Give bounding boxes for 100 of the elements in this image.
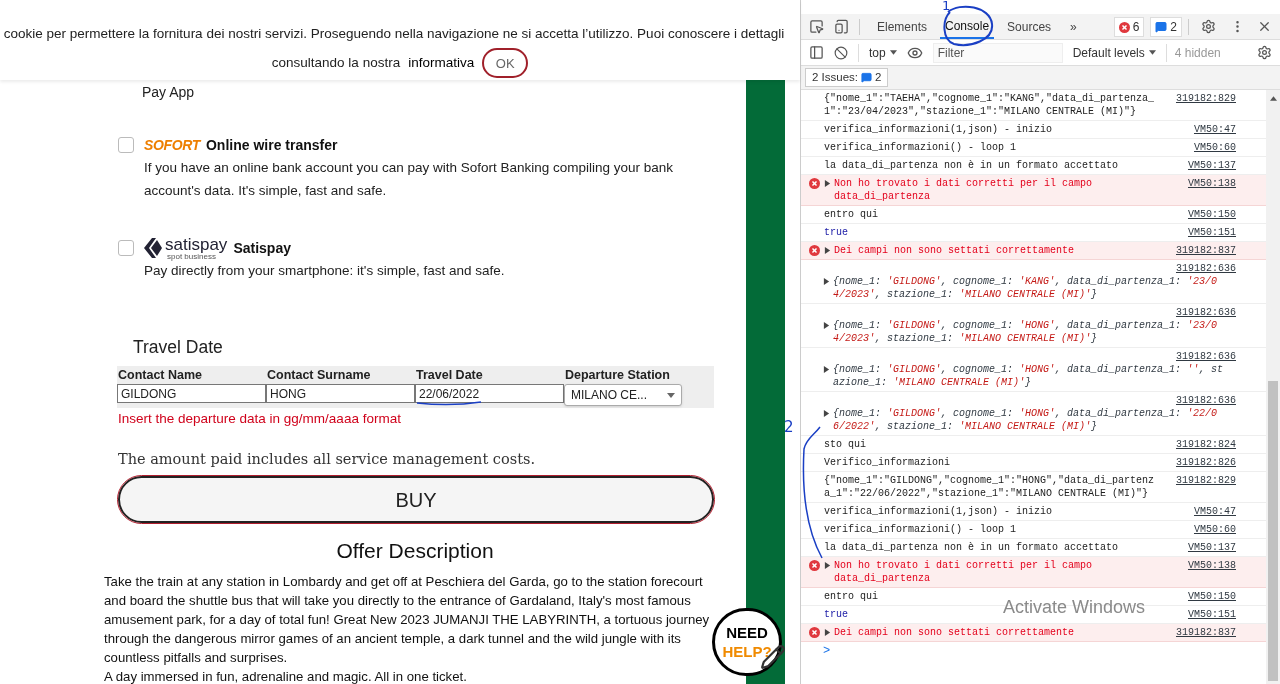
checkbox[interactable]	[118, 240, 134, 256]
caret-icon	[1148, 50, 1156, 55]
error-message: Non ho trovato i dati corretti per il campo data_di_partenza	[834, 559, 1094, 585]
source-link[interactable]: VM50:137	[1188, 159, 1236, 172]
error-text: Insert the departure data in gg/mm/aaaa format	[118, 410, 402, 429]
devtools-tab[interactable]: Sources	[1002, 14, 1057, 39]
source-link[interactable]: VM50:151	[1188, 226, 1236, 239]
message-count-badge[interactable]: 2	[1150, 16, 1182, 37]
expand-triangle-icon[interactable]	[823, 410, 830, 417]
expand-triangle-icon[interactable]	[824, 562, 831, 569]
devtools-tab[interactable]: Elements	[872, 14, 933, 39]
console-message: {"nome_1":"GILDONG","cognome_1":"HONG","data_di_partenza_1":"22/06/2022","stazione_1":"MILANO CENTRALE (MI)"}	[824, 474, 1156, 500]
error-icon	[809, 627, 820, 638]
annotation-number: 2	[784, 417, 794, 438]
source-link[interactable]: 319182:636	[1176, 306, 1236, 319]
hidden-count: 4 hidden	[1165, 43, 1221, 62]
expand-triangle-icon[interactable]	[824, 629, 831, 636]
console-message: verifica_informazioni(1,json) - inizio	[824, 505, 1053, 518]
sidebar-icon[interactable]	[809, 45, 824, 60]
expand-triangle-icon[interactable]	[824, 247, 831, 254]
close-icon[interactable]	[1257, 19, 1272, 34]
console-message: true	[824, 226, 848, 239]
settings-icon[interactable]	[1201, 19, 1216, 34]
source-link[interactable]: VM50:138	[1188, 559, 1236, 572]
ok-button[interactable]: OK	[482, 48, 529, 79]
error-icon	[809, 560, 820, 571]
text-field[interactable]: GILDONG	[117, 384, 266, 404]
levels-dropdown[interactable]: Default levels	[1072, 43, 1156, 62]
console-message: entro qui	[824, 208, 878, 221]
field-label: Contact Name	[117, 367, 204, 385]
console-message: verifica_informazioni() - loop 1	[824, 523, 1017, 536]
source-link[interactable]: VM50:60	[1194, 141, 1236, 154]
satispay-logo-icon	[144, 238, 162, 258]
error-icon	[809, 178, 820, 189]
annotation-number: 1	[942, 0, 951, 15]
expand-triangle-icon[interactable]	[823, 278, 830, 285]
scrollbar[interactable]	[1266, 90, 1280, 684]
device-icon[interactable]	[834, 19, 849, 34]
clear-icon[interactable]	[834, 45, 848, 60]
source-link[interactable]: VM50:150	[1188, 208, 1236, 221]
offer-description: Take the train at any station in Lombardy and get off at Peschiera del Garda, go to the station forecourt and board the shuttle bus that will take you directly to the entrance of Gardaland, Italy's most famous amusement park, for a day of total fun! Great New 2023 JUMANJI THE LABYRINTH, a tortuous journey through the dangerous mirror games of an ancient temple, a dark tunnel and the wild jungle with its countless pitfalls and surprises.	[104, 572, 711, 667]
source-link[interactable]: 319182:636	[1176, 262, 1236, 275]
sofort-logo: SOFORT	[144, 135, 200, 155]
field-label: Contact Surname	[266, 367, 372, 385]
source-link[interactable]: VM50:138	[1188, 177, 1236, 190]
payment-text: Pay App	[142, 83, 196, 102]
inspect-icon[interactable]	[809, 19, 824, 34]
message-icon	[861, 72, 873, 83]
privacy-link[interactable]: informativa	[408, 53, 475, 74]
source-link[interactable]: 319182:829	[1176, 92, 1236, 105]
source-link[interactable]: VM50:150	[1188, 590, 1236, 603]
text-field[interactable]: HONG	[266, 384, 415, 404]
option-title: Online wire transfer	[206, 135, 338, 155]
station-select[interactable]: MILANO CE...	[564, 384, 682, 407]
filter-field[interactable]: Filter	[932, 42, 1063, 63]
source-link[interactable]: 319182:824	[1176, 438, 1236, 451]
cookie-notice: consultando la nostra	[271, 54, 401, 73]
source-link[interactable]: VM50:47	[1194, 505, 1236, 518]
console-object[interactable]: {nome_1: 'GILDONG', cognome_1: 'KANG', data_di_partenza_1: '23/04/2023', stazione_1: 'MILANO CENTRALE (MI)'}	[833, 275, 1225, 301]
console-message: la data_di_partenza non è in un formato accettato	[824, 541, 1119, 554]
option-description: Pay directly from your smartphone: it's simple, fast and safe.	[144, 262, 506, 280]
expand-triangle-icon[interactable]	[823, 366, 830, 373]
settings-icon[interactable]	[1257, 45, 1272, 60]
error-icon	[809, 245, 820, 256]
error-count-badge[interactable]: 6	[1113, 16, 1145, 37]
console-message: la data_di_partenza non è in un formato accettato	[824, 159, 1119, 172]
cookie-notice: cookie per permettere la fornitura dei nostri servizi. Proseguendo nella navigazione ne si accetta l’utilizzo. Puoi conoscere i dettagli	[3, 25, 785, 43]
more-tabs-button[interactable]: »	[1064, 14, 1083, 39]
scroll-up-icon[interactable]	[1269, 96, 1277, 101]
error-icon	[1118, 21, 1130, 33]
console-object[interactable]: {nome_1: 'GILDONG', cognome_1: 'HONG', data_di_partenza_1: '22/06/2022', stazione_1: 'MILANO CENTRALE (MI)'}	[833, 407, 1225, 433]
source-link[interactable]: VM50:60	[1194, 523, 1236, 536]
underline-annotation	[416, 400, 482, 406]
context-dropdown[interactable]: top	[858, 43, 897, 62]
source-link[interactable]: 319182:837	[1176, 244, 1236, 257]
source-link[interactable]: 319182:826	[1176, 456, 1236, 469]
expand-triangle-icon[interactable]	[823, 322, 830, 329]
console-message: entro qui	[824, 590, 878, 603]
message-icon	[1155, 20, 1168, 33]
source-link[interactable]: VM50:137	[1188, 541, 1236, 554]
caret-icon	[667, 392, 675, 398]
source-link[interactable]: 319182:829	[1176, 474, 1236, 487]
issues-button[interactable]: 2 Issues: 2	[805, 68, 889, 87]
console-message: verifica_informazioni() - loop 1	[824, 141, 1017, 154]
option-description: If you have an online bank account you can pay with Sofort Banking compiling your bank account's data. It's simple, fast and safe.	[144, 159, 675, 200]
source-link[interactable]: VM50:151	[1188, 608, 1236, 621]
buy-button[interactable]: BUY	[118, 476, 714, 524]
caret-icon	[889, 50, 897, 55]
checkbox[interactable]	[118, 137, 134, 153]
source-link[interactable]: VM50:47	[1194, 123, 1236, 136]
text-field[interactable]: 22/06/2022	[415, 384, 564, 404]
console-object[interactable]: {nome_1: 'GILDONG', cognome_1: 'HONG', data_di_partenza_1: '', stazione_1: 'MILANO CENTRALE (MI)'}	[833, 363, 1225, 389]
console-prompt[interactable]: >	[801, 642, 1266, 660]
field-label: Travel Date	[415, 367, 484, 385]
source-link[interactable]: 319182:837	[1176, 626, 1236, 639]
console-object[interactable]: {nome_1: 'GILDONG', cognome_1: 'HONG', data_di_partenza_1: '23/04/2023', stazione_1: 'MILANO CENTRALE (MI)'}	[833, 319, 1225, 345]
source-link[interactable]: 319182:636	[1176, 350, 1236, 363]
offer-heading: Offer Description	[335, 538, 495, 565]
expand-triangle-icon[interactable]	[824, 180, 831, 187]
source-link[interactable]: 319182:636	[1176, 394, 1236, 407]
